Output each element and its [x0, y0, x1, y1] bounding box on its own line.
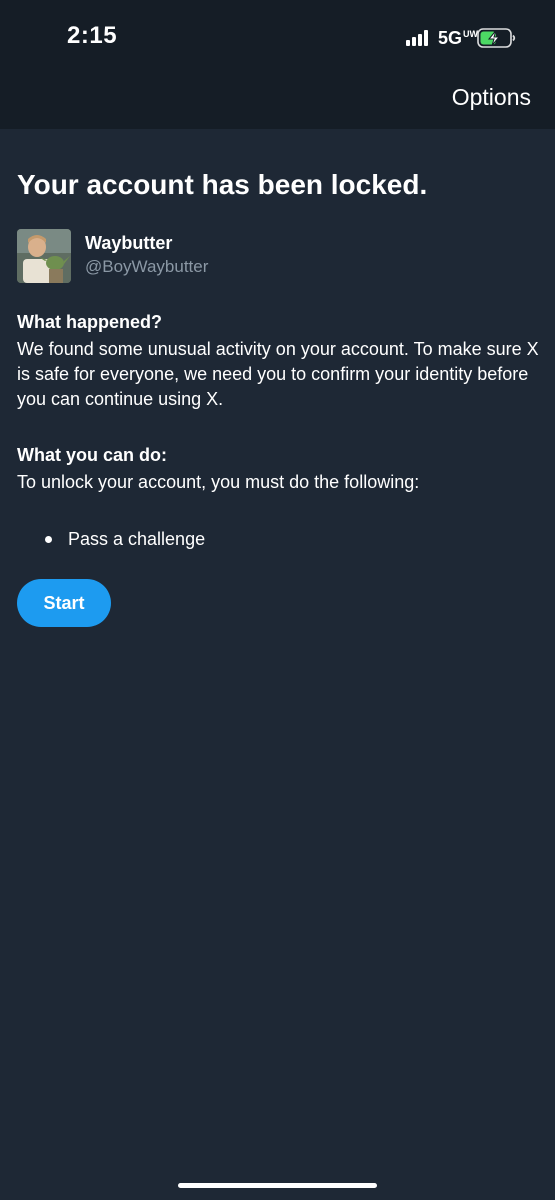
network-type: 5G UW: [437, 27, 478, 49]
account-name: Waybutter: [85, 233, 173, 253]
what-happened-section: What happened? We found some unusual act…: [17, 310, 542, 412]
what-happened-body: We found some unusual activity on your a…: [17, 339, 539, 409]
options-button[interactable]: Options: [452, 84, 531, 111]
home-indicator[interactable]: [178, 1183, 377, 1188]
account-info: Waybutter @BoyWaybutter: [17, 229, 208, 283]
step-label: Pass a challenge: [68, 529, 206, 549]
top-bar: 2:15 5G UW Options: [0, 0, 555, 129]
status-time: 2:15: [67, 22, 118, 49]
list-item: Pass a challenge: [45, 527, 205, 551]
what-you-can-do-body: To unlock your account, you must do the …: [17, 472, 420, 492]
network-label: 5G: [437, 27, 462, 48]
what-happened-heading: What happened?: [17, 312, 162, 332]
account-text: Waybutter @BoyWaybutter: [85, 231, 208, 283]
avatar: [17, 229, 71, 283]
battery-charging-icon: [477, 28, 516, 48]
bullet-icon: [45, 535, 52, 543]
avatar-image: [17, 229, 71, 283]
what-you-can-do-section: What you can do: To unlock your account,…: [17, 443, 542, 495]
what-you-can-do-heading: What you can do:: [17, 445, 167, 465]
page-title: Your account has been locked.: [17, 169, 428, 200]
cellular-signal-icon: [405, 30, 430, 46]
account-handle: @BoyWaybutter: [85, 257, 209, 276]
main-content: Your account has been locked. Waybutter …: [17, 165, 542, 627]
network-suffix: UW: [463, 28, 478, 39]
status-indicators: 5G UW: [405, 26, 517, 50]
start-button[interactable]: Start: [17, 579, 111, 627]
